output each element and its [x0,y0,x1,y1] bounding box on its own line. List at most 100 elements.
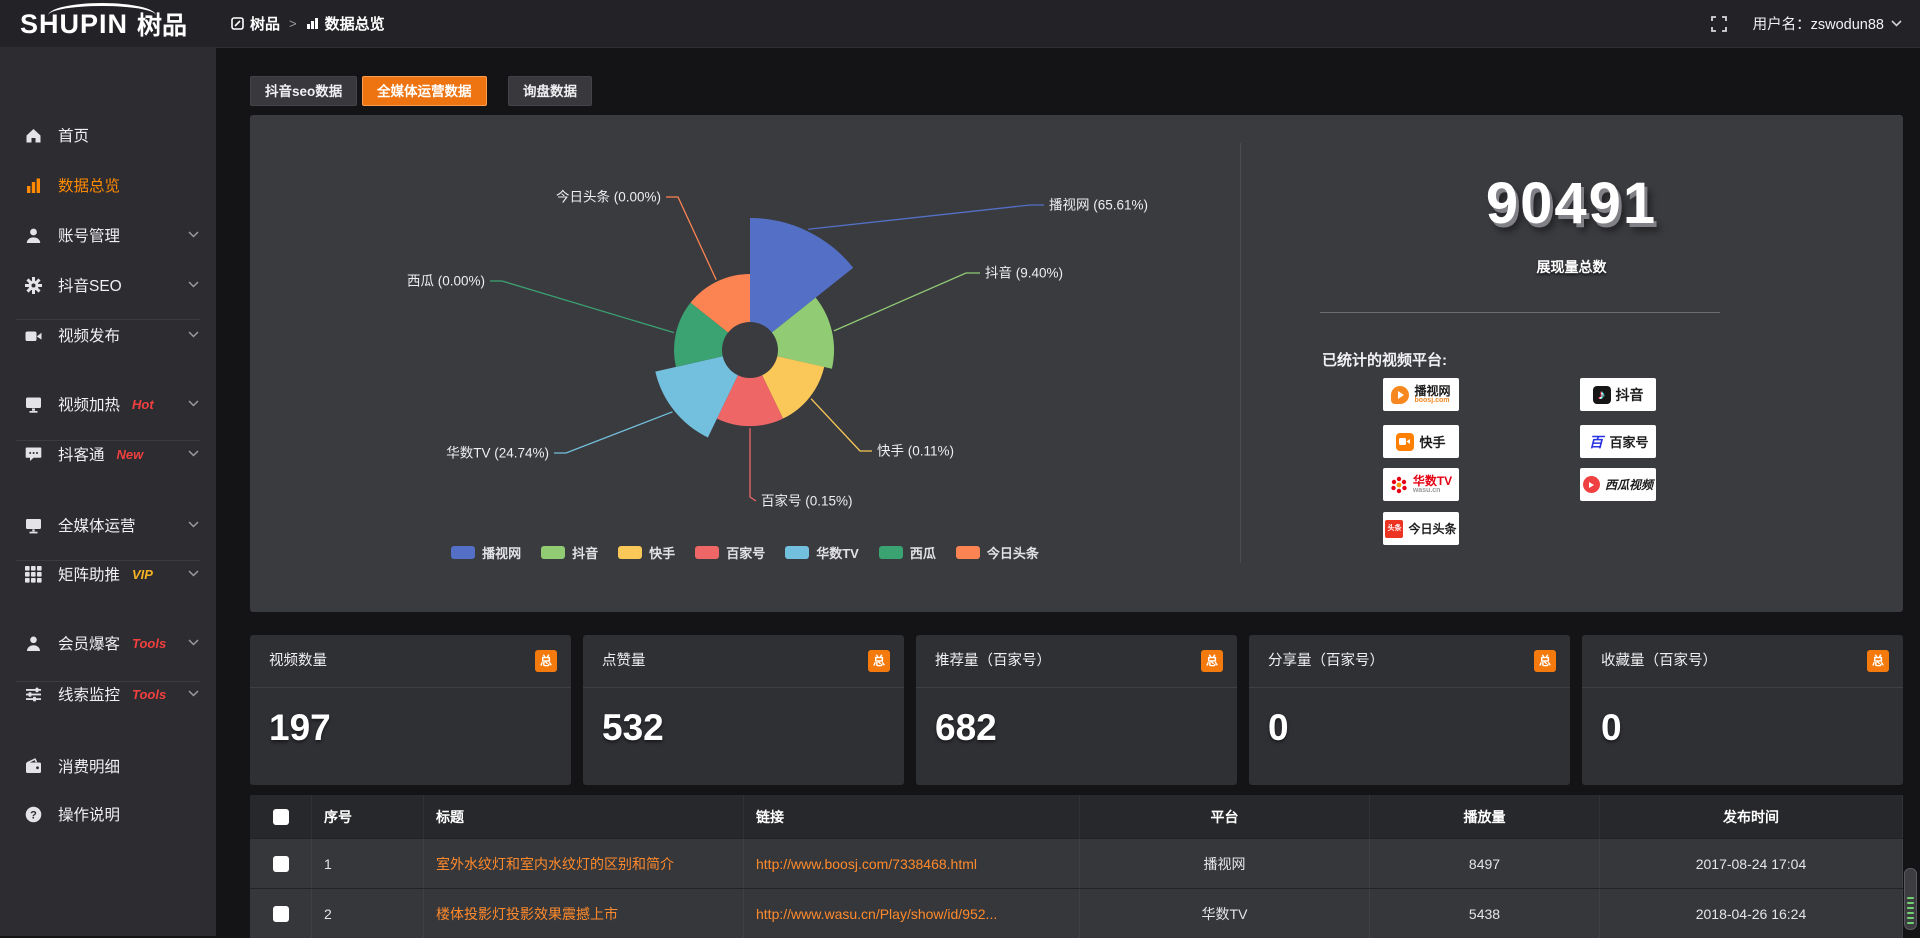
platform-badge-抖音: ♪抖音 [1580,378,1656,411]
question-icon: ? [25,806,42,823]
sidebar-item-label: 操作说明 [58,803,120,825]
row-checkbox[interactable] [273,906,289,922]
sidebar-item-label: 首页 [58,124,89,146]
legend-label: 抖音 [572,543,598,562]
pie-label-今日头条: 今日头条 (0.00%) [556,189,661,205]
cell-title-link[interactable]: 室外水纹灯和室内水纹灯的区别和简介 [424,839,744,888]
column-header-3: 链接 [744,795,1080,838]
legend-swatch [618,546,642,559]
legend-item-快手[interactable]: 快手 [618,543,675,562]
chat-icon [25,446,42,463]
cell-title-link[interactable]: 楼体投影灯投影效果震撼上市 [424,889,744,938]
stat-card-total-badge[interactable]: 总 [1867,650,1889,672]
sidebar-item-label: 矩阵助推 [58,563,120,585]
stat-card-5: 收藏量（百家号）总0 [1582,635,1903,785]
sidebar-item-chevron [188,231,199,238]
legend-swatch [879,546,903,559]
tab-1[interactable]: 抖音seo数据 [250,76,357,106]
chevron-down-icon [188,231,199,238]
chevron-down-icon [188,281,199,288]
stat-card-total-badge[interactable]: 总 [868,650,890,672]
column-header-1: 序号 [312,795,424,838]
chevron-down-icon [188,450,199,457]
sidebar-item-6[interactable]: 视频加热Hot [0,384,216,424]
sidebar-item-label: 会员爆客 [58,632,120,654]
column-header-2: 标题 [424,795,744,838]
cell-url-link[interactable]: http://www.boosj.com/7338468.html [744,839,1080,888]
sidebar-item-3[interactable]: 账号管理 [0,215,216,255]
chevron-down-icon [188,521,199,528]
breadcrumb-root[interactable]: 树品 [231,13,280,34]
legend-label: 快手 [649,543,675,562]
sidebar-item-chevron [188,521,199,528]
username-label: 用户名：zswodun88 [1753,13,1884,34]
legend-item-今日头条[interactable]: 今日头条 [956,543,1039,562]
sidebar-item-1[interactable]: 首页 [0,115,216,155]
scrollbar-thumb[interactable] [1904,868,1917,930]
stat-card-total-badge[interactable]: 总 [1201,650,1223,672]
legend-item-华数TV[interactable]: 华数TV [785,543,859,562]
legend-item-抖音[interactable]: 抖音 [541,543,598,562]
user-icon [25,227,42,244]
select-all-checkbox[interactable] [273,809,289,825]
pie-slice-华数TV[interactable] [655,356,738,437]
sidebar-item-12[interactable]: 消费明细 [0,746,216,786]
legend-item-西瓜[interactable]: 西瓜 [879,543,936,562]
fullscreen-icon [1711,16,1727,32]
sidebar-item-13[interactable]: ? 操作说明 [0,794,216,834]
rose-pie-chart: 播视网 (65.61%)抖音 (9.40%)快手 (0.11%)百家号 (0.1… [250,115,1240,585]
platform-badge-快手: 快手 [1383,425,1459,458]
gear-icon [25,277,42,294]
sidebar-item-7[interactable]: 抖客通New [0,434,216,474]
cell-published: 2018-04-26 16:24 [1600,889,1903,938]
legend-label: 百家号 [726,543,765,562]
tab-2[interactable]: 全媒体运营数据 [362,76,487,106]
sidebar-item-10[interactable]: 会员爆客Tools [0,623,216,663]
legend-item-播视网[interactable]: 播视网 [451,543,521,562]
pie-label-line [554,412,673,453]
cell-platform: 华数TV [1080,889,1370,938]
sidebar-item-label: 抖音SEO [58,274,122,296]
cell-url-link[interactable]: http://www.wasu.cn/Play/show/id/952... [744,889,1080,938]
stat-card-total-badge[interactable]: 总 [535,650,557,672]
sidebar-item-chevron [188,639,199,646]
legend-swatch [451,546,475,559]
stat-card-value: 197 [269,707,331,749]
fullscreen-button[interactable] [1711,16,1727,32]
column-header-4: 平台 [1080,795,1370,838]
table-row: 2楼体投影灯投影效果震撼上市http://www.wasu.cn/Play/sh… [250,888,1903,938]
stat-card-value: 682 [935,707,997,749]
cell-published: 2017-08-24 17:04 [1600,839,1903,888]
sidebar-item-4[interactable]: 抖音SEO [0,265,216,305]
sidebar-item-9[interactable]: 矩阵助推VIP [0,554,216,594]
sidebar-item-2[interactable]: 数据总览 [0,165,216,205]
total-impressions-label: 展现量总数 [1240,257,1903,277]
sidebar-item-11[interactable]: 线索监控Tools [0,674,216,714]
username-dropdown[interactable]: 用户名：zswodun88 [1753,13,1902,34]
sidebar-item-label: 全媒体运营 [58,514,136,536]
platforms-title: 已统计的视频平台: [1322,349,1447,370]
sidebar-item-5[interactable]: 视频发布 [0,315,216,355]
row-checkbox[interactable] [273,856,289,872]
breadcrumb-current[interactable]: 数据总览 [306,13,385,34]
stat-card-label: 收藏量（百家号） [1601,635,1717,687]
column-header-6: 发布时间 [1600,795,1903,838]
baijiahao-logo-icon: 百 [1587,433,1604,450]
legend-item-百家号[interactable]: 百家号 [695,543,765,562]
chevron-down-icon [188,690,199,697]
pie-label-抖音: 抖音 (9.40%) [985,265,1063,281]
sidebar-item-label: 抖客通 [58,443,105,465]
bar-chart-icon [306,17,319,30]
video-icon [25,327,42,344]
chart-legend: 播视网 抖音 快手 百家号 华数TV 西瓜 今日头条 [250,543,1240,562]
sidebar-item-chevron [188,690,199,697]
sidebar-item-8[interactable]: 全媒体运营 [0,505,216,545]
stat-card-4: 分享量（百家号）总0 [1249,635,1570,785]
sidebar-nav: 首页数据总览账号管理抖音SEO 视频发布视频加热Hot 抖客通New 全媒体运营矩阵助… [0,47,216,936]
stat-card-total-badge[interactable]: 总 [1534,650,1556,672]
tab-3[interactable]: 询盘数据 [508,76,592,106]
sidebar-item-label: 账号管理 [58,224,120,246]
pie-label-line [490,281,674,333]
summary-divider [1320,312,1720,313]
sliders-icon [25,686,42,703]
